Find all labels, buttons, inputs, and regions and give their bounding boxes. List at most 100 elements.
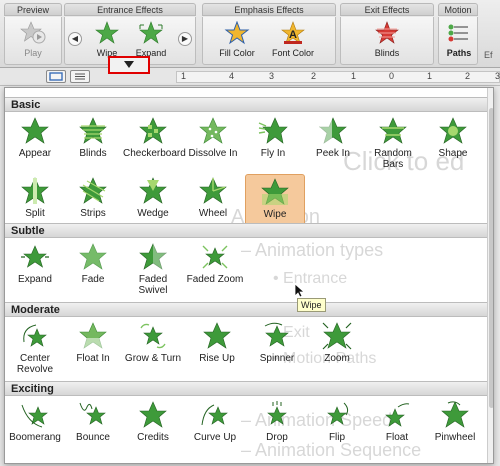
effect-fly-in[interactable]: Fly In	[243, 114, 303, 174]
effect-label: Grow & Turn	[124, 353, 182, 364]
effect-label: Float In	[76, 353, 110, 364]
cursor-arrow-icon	[294, 283, 306, 298]
ruler-mark: 0	[389, 71, 395, 81]
entrance-effects-title: Entrance Effects	[64, 3, 196, 16]
effect-drop[interactable]: Drop	[247, 398, 307, 458]
effect-shape[interactable]: Shape	[423, 114, 483, 174]
float-star-icon	[385, 403, 410, 427]
effect-label: Faded Zoom	[186, 274, 244, 285]
play-star-icon	[20, 21, 46, 44]
center-revolve-star-icon	[23, 324, 47, 347]
float-in-star-icon	[79, 322, 107, 349]
paths-button[interactable]: Paths	[429, 21, 489, 58]
effect-float-in[interactable]: Float In	[63, 319, 123, 379]
ribbon-effect-fill-color[interactable]: Fill Color	[207, 21, 267, 58]
effect-label: Boomerang	[9, 432, 61, 443]
effects-dropdown-button[interactable]	[108, 56, 150, 74]
view-toolbar: 1 4 3 2 1 0 1 2 3	[0, 68, 500, 86]
category-basic: Basic	[5, 97, 487, 112]
effect-random-bars[interactable]: Random Bars	[363, 114, 423, 174]
effect-label: Pinwheel	[434, 432, 476, 443]
bounce-star-icon	[79, 402, 106, 425]
ribbon-effect-blinds[interactable]: Blinds	[357, 21, 417, 58]
effect-blinds[interactable]: Blinds	[63, 114, 123, 174]
ruler-mark: 3	[495, 71, 500, 81]
effect-label: Wheel	[198, 208, 228, 219]
exit-effects-title: Exit Effects	[340, 3, 434, 16]
motion-paths-icon	[448, 24, 468, 42]
svg-text:A: A	[289, 29, 297, 41]
effect-flip[interactable]: Flip	[307, 398, 367, 458]
blinds-star-icon	[79, 117, 107, 144]
effect-label: Checkerboard	[123, 148, 186, 159]
effect-label: Faded Swivel	[138, 274, 168, 296]
spinner-star-icon	[264, 322, 289, 347]
boomerang-star-icon	[21, 404, 48, 428]
peek-in-star-icon	[319, 117, 347, 144]
outline-view-button[interactable]	[70, 70, 90, 83]
effect-dissolve-in[interactable]: Dissolve In	[183, 114, 243, 174]
ruler-mark: 2	[465, 71, 471, 81]
preview-group-title: Preview	[4, 3, 62, 16]
animations-ribbon: Preview Play Entrance Effects ◀ Wipe Exp	[0, 0, 500, 68]
effect-boomerang[interactable]: Boomerang	[5, 398, 65, 458]
effect-pinwheel[interactable]: Pinwheel	[425, 398, 485, 458]
effect-curve-up[interactable]: Curve Up	[185, 398, 245, 458]
dropdown-arrow-icon	[124, 61, 134, 68]
effect-label: Curve Up	[193, 432, 237, 443]
wipe-star-icon	[95, 21, 119, 44]
effect-grow-turn[interactable]: Grow & Turn	[123, 319, 183, 379]
effect-label: Fly In	[260, 148, 286, 159]
checkerboard-star-icon	[139, 117, 167, 144]
play-button[interactable]: Play	[4, 21, 62, 58]
fill-color-star-icon	[224, 21, 250, 45]
effect-expand[interactable]: Expand	[5, 240, 65, 300]
effect-label: Wedge	[137, 208, 169, 219]
effect-float[interactable]: Float	[367, 398, 427, 458]
category-subtle: Subtle	[5, 223, 487, 238]
horizontal-ruler: 1 4 3 2 1 0 1 2 3	[176, 71, 500, 83]
normal-view-icon	[49, 72, 63, 81]
ribbon-effect-expand[interactable]: Expand	[121, 21, 181, 58]
entrance-next-button[interactable]: ▶	[178, 32, 192, 46]
wheel-star-icon	[199, 177, 227, 204]
effect-label: Peek In	[316, 148, 350, 159]
play-label: Play	[24, 48, 42, 58]
effect-label: Flip	[328, 432, 346, 443]
zoom-star-icon	[322, 322, 352, 350]
entrance-effects-gallery: Click to ed Animation – Animation types …	[4, 87, 494, 464]
effect-bounce[interactable]: Bounce	[63, 398, 123, 458]
scrollbar-thumb[interactable]	[489, 108, 493, 408]
dissolve-star-icon	[199, 117, 227, 144]
ruler-mark: 1	[351, 71, 357, 81]
motion-group: Motion Paths	[438, 3, 478, 65]
effect-rise-up[interactable]: Rise Up	[187, 319, 247, 379]
effect-label: Split	[25, 208, 45, 219]
expand-star-icon	[139, 21, 163, 44]
effect-peek-in[interactable]: Peek In	[303, 114, 363, 174]
effect-spinner[interactable]: Spinner	[247, 319, 307, 379]
gallery-scrollbar[interactable]	[487, 88, 493, 463]
ribbon-effect-font-color[interactable]: A Font Color	[263, 21, 323, 58]
fly-in-star-icon	[258, 117, 288, 144]
effect-faded-zoom[interactable]: Faded Zoom	[185, 240, 245, 300]
credits-star-icon	[139, 401, 167, 428]
effect-label: Fade	[81, 274, 105, 285]
effect-label: Appear	[18, 148, 52, 159]
effect-center-revolve[interactable]: Center Revolve	[5, 319, 65, 379]
effect-label: Expand	[18, 274, 52, 285]
effect-label: Bounce	[76, 432, 110, 443]
expand-gallery-star-icon	[21, 245, 49, 268]
normal-view-button[interactable]	[46, 70, 66, 83]
flip-star-icon	[327, 402, 349, 425]
fade-star-icon	[79, 243, 107, 270]
effect-zoom[interactable]: Zoom	[307, 319, 367, 379]
effect-faded-swivel[interactable]: Faded Swivel	[123, 240, 183, 300]
emphasis-effects-title: Emphasis Effects	[202, 3, 336, 16]
effect-checkerboard[interactable]: Checkerboard	[123, 114, 186, 174]
effect-label: Zoom	[324, 353, 350, 364]
effect-fade[interactable]: Fade	[63, 240, 123, 300]
effect-appear[interactable]: Appear	[5, 114, 65, 174]
effect-credits[interactable]: Credits	[123, 398, 183, 458]
effect-label: Blinds	[79, 148, 107, 159]
